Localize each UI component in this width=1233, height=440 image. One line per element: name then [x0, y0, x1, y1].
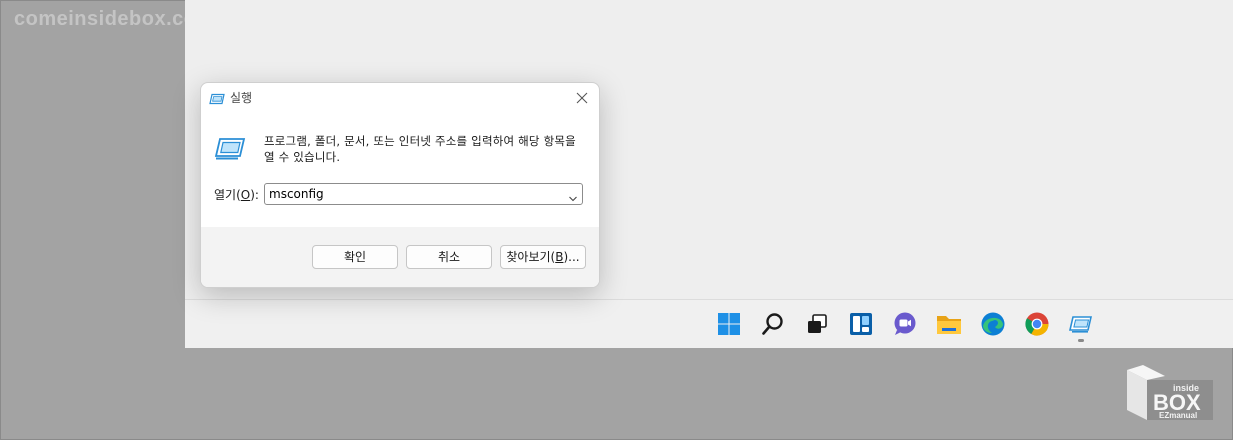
search-icon[interactable]: [759, 310, 787, 338]
close-icon[interactable]: [571, 87, 593, 109]
dialog-title: 실행: [230, 91, 253, 105]
windows-start-icon[interactable]: [715, 310, 743, 338]
edge-icon[interactable]: [979, 310, 1007, 338]
taskbar: [185, 299, 1233, 348]
widgets-icon[interactable]: [847, 310, 875, 338]
run-icon: [209, 91, 225, 110]
dialog-prompt: 프로그램, 폴더, 문서, 또는 인터넷 주소를 입력하여 해당 항목을 열 수…: [264, 134, 576, 164]
dialog-footer: 확인 취소 찾아보기(B)...: [201, 227, 599, 287]
dialog-body: 프로그램, 폴더, 문서, 또는 인터넷 주소를 입력하여 해당 항목을 열 수…: [201, 113, 599, 227]
run-app-icon[interactable]: [1067, 310, 1095, 338]
chevron-down-icon[interactable]: [568, 189, 578, 208]
dialog-titlebar[interactable]: 실행: [201, 83, 599, 113]
ok-button[interactable]: 확인: [312, 245, 398, 269]
open-combobox[interactable]: msconfig: [264, 183, 583, 205]
run-large-icon: [214, 137, 246, 165]
chrome-icon[interactable]: [1023, 310, 1051, 338]
browse-button[interactable]: 찾아보기(B)...: [500, 245, 586, 269]
active-app-indicator: [1078, 339, 1084, 342]
file-explorer-icon[interactable]: [935, 310, 963, 338]
cancel-button[interactable]: 취소: [406, 245, 492, 269]
run-dialog: 실행 프로그램, 폴더, 문서, 또는 인터넷 주소를 입력하여 해당 항목을 …: [200, 82, 600, 288]
task-view-icon[interactable]: [803, 310, 831, 338]
open-input-value[interactable]: msconfig: [269, 187, 324, 201]
open-label: 열기(O):: [214, 188, 259, 202]
logo-text-ezmanual: EZmanual: [1159, 411, 1197, 420]
teams-chat-icon[interactable]: [891, 310, 919, 338]
insidebox-logo: inside BOX EZmanual: [1125, 364, 1215, 424]
